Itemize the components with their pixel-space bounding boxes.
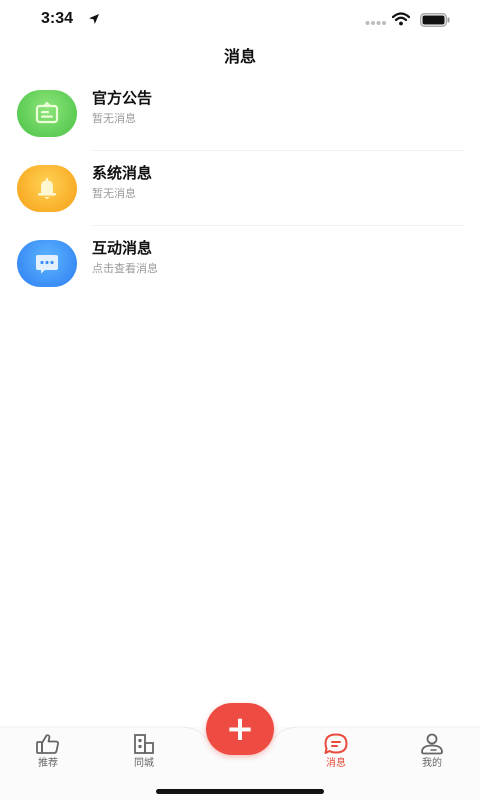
tab-label: 消息: [326, 758, 346, 769]
system-avatar: [17, 165, 77, 212]
profile-icon: [421, 733, 443, 755]
message-item-interaction[interactable]: 互动消息 点击查看消息: [0, 226, 480, 301]
add-post-button[interactable]: +: [206, 703, 274, 755]
home-indicator[interactable]: [156, 789, 324, 794]
message-title: 官方公告: [92, 89, 153, 107]
signal-icon: [365, 21, 386, 25]
announcement-avatar: [17, 90, 77, 137]
thumbs-up-icon: [36, 734, 59, 754]
status-bar: 3:34: [0, 0, 480, 40]
battery-icon: [420, 13, 450, 27]
wifi-icon: [392, 12, 410, 26]
tab-recommend[interactable]: 推荐: [18, 733, 78, 773]
bell-icon: [38, 177, 56, 199]
status-time: 3:34: [41, 10, 74, 27]
message-list: 官方公告 暂无消息 系统消息 暂无消息 互动消息 点击查看消息: [0, 76, 480, 301]
interaction-avatar: [17, 240, 77, 287]
chat-bubble-icon: [36, 254, 58, 273]
announcement-icon: [35, 101, 59, 123]
plus-icon: +: [225, 709, 255, 749]
message-title: 互动消息: [92, 239, 153, 257]
tab-mine[interactable]: 我的: [402, 733, 462, 773]
message-item-system[interactable]: 系统消息 暂无消息: [0, 151, 480, 226]
building-icon: [134, 734, 154, 754]
message-title: 系统消息: [92, 164, 153, 182]
tab-local[interactable]: 同城: [114, 733, 174, 773]
tab-label: 推荐: [38, 758, 58, 769]
message-icon: [324, 733, 348, 754]
message-item-announcement[interactable]: 官方公告 暂无消息: [0, 76, 480, 151]
location-arrow-icon: [89, 14, 99, 24]
tab-messages[interactable]: 消息: [306, 733, 366, 773]
message-subtitle: 暂无消息: [92, 187, 136, 200]
message-subtitle: 点击查看消息: [92, 262, 158, 275]
message-subtitle: 暂无消息: [92, 112, 136, 125]
page-title: 消息: [223, 47, 256, 66]
tab-label: 我的: [422, 758, 442, 769]
tab-label: 同城: [134, 758, 154, 769]
